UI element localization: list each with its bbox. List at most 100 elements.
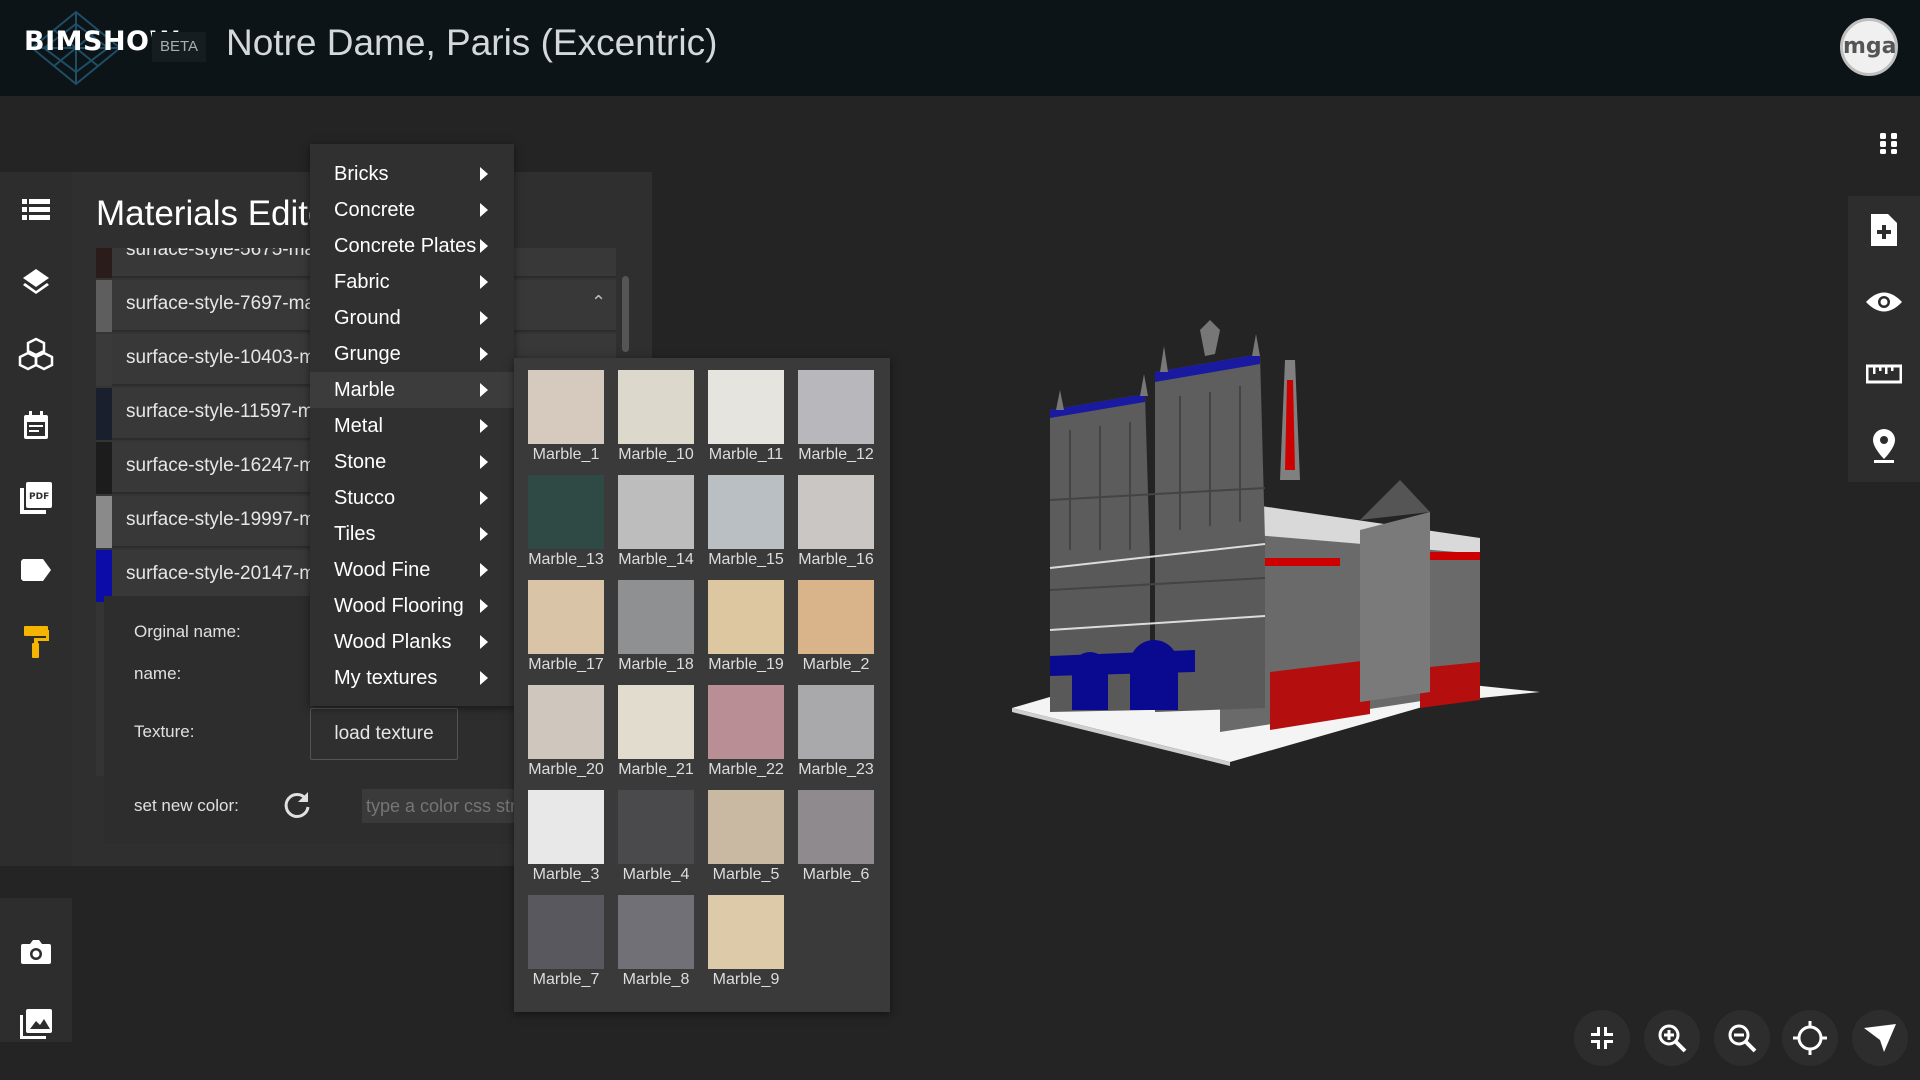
- page-title: Notre Dame, Paris (Excentric): [226, 22, 718, 63]
- texture-tile[interactable]: Marble_9: [708, 883, 784, 988]
- user-avatar[interactable]: mga: [1840, 18, 1898, 76]
- menu-item-wood-flooring[interactable]: Wood Flooring: [310, 588, 514, 624]
- menu-item-label: Metal: [334, 415, 383, 437]
- paint-roller-icon[interactable]: [16, 622, 56, 662]
- zoom-out-button[interactable]: [1714, 1010, 1770, 1066]
- texture-tile[interactable]: Marble_4: [618, 778, 694, 883]
- chevron-up-icon[interactable]: ⌃: [591, 292, 606, 313]
- texture-name: Marble_8: [622, 971, 690, 988]
- menu-item-label: Wood Flooring: [334, 595, 464, 617]
- menu-item-stone[interactable]: Stone: [310, 444, 514, 480]
- menu-item-bricks[interactable]: Bricks: [310, 156, 514, 192]
- texture-tile[interactable]: Marble_22: [708, 673, 784, 778]
- menu-item-ground[interactable]: Ground: [310, 300, 514, 336]
- texture-name: Marble_10: [618, 446, 694, 463]
- texture-tile[interactable]: Marble_3: [528, 778, 604, 883]
- menu-item-fabric[interactable]: Fabric: [310, 264, 514, 300]
- compress-button[interactable]: [1574, 1010, 1630, 1066]
- texture-tile[interactable]: Marble_5: [708, 778, 784, 883]
- texture-tile[interactable]: Marble_14: [618, 463, 694, 568]
- texture-tile[interactable]: Marble_19: [708, 568, 784, 673]
- texture-name: Marble_23: [798, 761, 874, 778]
- color-input[interactable]: [362, 789, 522, 823]
- filter-button[interactable]: [1852, 1010, 1908, 1066]
- texture-thumbnail: [618, 895, 694, 969]
- list-icon[interactable]: [16, 190, 56, 230]
- texture-thumbnail: [618, 475, 694, 549]
- texture-thumbnail: [528, 580, 604, 654]
- texture-name: Marble_6: [802, 866, 870, 883]
- texture-name: Marble_13: [528, 551, 604, 568]
- refresh-icon[interactable]: [282, 790, 312, 820]
- center-view-button[interactable]: [1782, 1010, 1838, 1066]
- texture-tile[interactable]: Marble_23: [798, 673, 874, 778]
- materials-editor-title: Materials Editor: [96, 194, 340, 233]
- texture-tile[interactable]: Marble_15: [708, 463, 784, 568]
- layers-icon[interactable]: [16, 262, 56, 302]
- texture-tile[interactable]: Marble_7: [528, 883, 604, 988]
- zoom-in-button[interactable]: [1644, 1010, 1700, 1066]
- texture-tile[interactable]: Marble_21: [618, 673, 694, 778]
- texture-tile[interactable]: Marble_6: [798, 778, 874, 883]
- menu-item-tiles[interactable]: Tiles: [310, 516, 514, 552]
- 3d-model-viewport[interactable]: [960, 300, 1560, 780]
- texture-thumbnail: [798, 475, 874, 549]
- texture-tile[interactable]: Marble_8: [618, 883, 694, 988]
- menu-item-label: Stone: [334, 451, 387, 473]
- chevron-up-icon[interactable]: ⌃: [591, 248, 606, 259]
- material-swatch: [96, 388, 112, 440]
- menu-item-label: Tiles: [334, 523, 376, 545]
- texture-thumbnail: [798, 790, 874, 864]
- texture-name: Marble_15: [708, 551, 784, 568]
- menu-item-stucco[interactable]: Stucco: [310, 480, 514, 516]
- ruler-icon[interactable]: [1864, 354, 1904, 394]
- load-texture-button[interactable]: load texture: [310, 708, 458, 760]
- arrow-right-icon: [480, 599, 488, 613]
- arrow-right-icon: [480, 275, 488, 289]
- arrow-right-icon: [480, 635, 488, 649]
- menu-item-label: Wood Planks: [334, 631, 452, 653]
- menu-item-my-textures[interactable]: My textures: [310, 660, 514, 696]
- menu-item-wood-fine[interactable]: Wood Fine: [310, 552, 514, 588]
- menu-item-wood-planks[interactable]: Wood Planks: [310, 624, 514, 660]
- texture-tile[interactable]: Marble_2: [798, 568, 874, 673]
- texture-tile[interactable]: Marble_1: [528, 358, 604, 463]
- calendar-icon[interactable]: [16, 406, 56, 446]
- texture-tile[interactable]: Marble_20: [528, 673, 604, 778]
- texture-thumbnail: [618, 790, 694, 864]
- tag-icon[interactable]: [16, 550, 56, 590]
- cubes-icon[interactable]: [16, 334, 56, 374]
- texture-name: Marble_19: [708, 656, 784, 673]
- arrow-right-icon: [480, 311, 488, 325]
- eye-icon[interactable]: [1864, 282, 1904, 322]
- camera-icon[interactable]: [16, 932, 56, 972]
- menu-item-grunge[interactable]: Grunge: [310, 336, 514, 372]
- menu-item-metal[interactable]: Metal: [310, 408, 514, 444]
- menu-item-concrete[interactable]: Concrete: [310, 192, 514, 228]
- texture-thumbnail: [708, 685, 784, 759]
- add-document-icon[interactable]: [1864, 210, 1904, 250]
- texture-name: Marble_11: [708, 446, 784, 463]
- menu-item-label: Fabric: [334, 271, 390, 293]
- arrow-right-icon: [480, 419, 488, 433]
- gallery-icon[interactable]: [16, 1004, 56, 1044]
- apps-grid-icon[interactable]: [1878, 132, 1900, 154]
- pdf-icon[interactable]: PDF: [16, 478, 56, 518]
- texture-tile[interactable]: Marble_11: [708, 358, 784, 463]
- texture-tile[interactable]: Marble_16: [798, 463, 874, 568]
- menu-item-marble[interactable]: Marble: [310, 372, 514, 408]
- menu-item-label: Marble: [334, 379, 396, 401]
- menu-item-concrete-plates[interactable]: Concrete Plates: [310, 228, 514, 264]
- texture-tile[interactable]: Marble_12: [798, 358, 874, 463]
- texture-tile[interactable]: Marble_17: [528, 568, 604, 673]
- arrow-right-icon: [480, 383, 488, 397]
- texture-tile[interactable]: Marble_18: [618, 568, 694, 673]
- materials-scrollbar[interactable]: [622, 276, 629, 352]
- name-label: name:: [134, 664, 182, 683]
- texture-name: Marble_16: [798, 551, 874, 568]
- texture-tile[interactable]: Marble_10: [618, 358, 694, 463]
- location-pin-icon[interactable]: [1864, 426, 1904, 466]
- arrow-right-icon: [480, 491, 488, 505]
- texture-thumbnail: [708, 370, 784, 444]
- texture-tile[interactable]: Marble_13: [528, 463, 604, 568]
